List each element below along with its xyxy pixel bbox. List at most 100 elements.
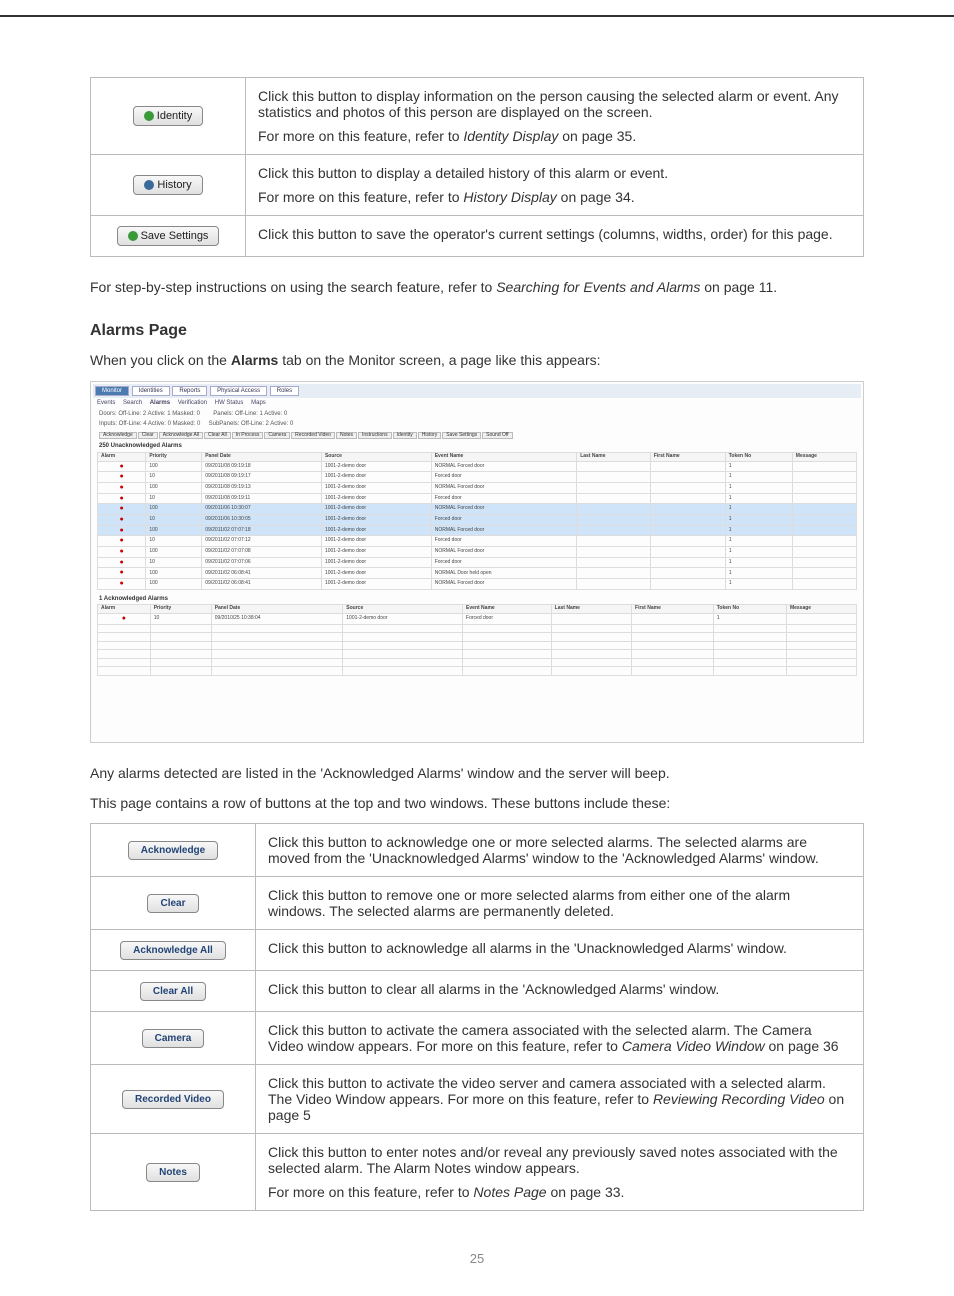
subtab-verification[interactable]: Verification <box>178 400 207 406</box>
table-cell <box>792 461 856 472</box>
toolbar-button[interactable]: Clear <box>138 432 158 440</box>
column-header[interactable]: Panel Date <box>211 605 343 614</box>
toolbar-button[interactable]: History <box>418 432 442 440</box>
table-cell: 1001-2-demo door <box>321 547 431 558</box>
table-row[interactable]: ●1009/2010/25 10:38:041001-2-demo doorFo… <box>98 613 857 624</box>
column-header[interactable]: First Name <box>632 605 714 614</box>
table-cell: 1 <box>725 536 792 547</box>
toolbar-button[interactable]: Notes <box>336 432 357 440</box>
table-cell: Forced door <box>431 515 576 526</box>
table-cell: 1001-2-demo door <box>321 515 431 526</box>
table-cell: 1001-2-demo door <box>321 482 431 493</box>
table-row[interactable]: ●10009/2011/08 09:19:131001-2-demo doorN… <box>98 482 857 493</box>
table-cell: 100 <box>146 461 202 472</box>
notes-button[interactable]: Notes <box>146 1163 200 1182</box>
column-header[interactable]: Priority <box>146 453 202 462</box>
table-cell <box>632 613 714 624</box>
column-header[interactable]: Token No <box>725 453 792 462</box>
subtab-alarms[interactable]: Alarms <box>150 400 170 406</box>
column-header[interactable]: Event Name <box>463 605 552 614</box>
ack-alarms-grid[interactable]: AlarmPriorityPanel DateSourceEvent NameL… <box>97 604 857 675</box>
column-header[interactable]: First Name <box>650 453 725 462</box>
table-row[interactable]: ●1009/2011/08 09:19:171001-2-demo doorFo… <box>98 472 857 483</box>
toolbar-button[interactable]: Camera <box>264 432 290 440</box>
toolbar-button[interactable]: Sound Off <box>482 432 512 440</box>
table-row[interactable]: ●10009/2011/06 10:30:071001-2-demo doorN… <box>98 504 857 515</box>
reference-link: Reviewing Recording Video <box>653 1091 825 1107</box>
table-cell: 1 <box>725 493 792 504</box>
table-row[interactable]: ●10009/2011/08 09:19:181001-2-demo doorN… <box>98 461 857 472</box>
tab-physical-access[interactable]: Physical Access <box>210 386 267 397</box>
table-row[interactable]: ●1009/2011/02 07:07:121001-2-demo doorFo… <box>98 536 857 547</box>
column-header[interactable]: Alarm <box>98 605 151 614</box>
toolbar-button[interactable]: Instructions <box>358 432 392 440</box>
recorded-video-button[interactable]: Recorded Video <box>122 1090 224 1109</box>
table-cell: 09/2011/08 09:19:17 <box>202 472 322 483</box>
table-row[interactable]: ●1009/2011/06 10:30:051001-2-demo doorFo… <box>98 515 857 526</box>
tab-reports[interactable]: Reports <box>172 386 207 397</box>
clear-all-button[interactable]: Clear All <box>140 982 206 1001</box>
table-row: Save Settings Click this button to save … <box>91 216 864 257</box>
subtab-events[interactable]: Events <box>97 400 115 406</box>
column-header[interactable]: Message <box>792 453 856 462</box>
table-cell: NORMAL Forced door <box>431 482 576 493</box>
column-header[interactable]: Source <box>343 605 463 614</box>
table-row[interactable]: ●1009/2011/08 09:19:111001-2-demo doorFo… <box>98 493 857 504</box>
column-header[interactable]: Last Name <box>551 605 631 614</box>
table-cell: 1 <box>725 461 792 472</box>
table-cell: 100 <box>146 579 202 590</box>
reference-link: Notes Page <box>473 1184 546 1200</box>
toolbar: AcknowledgeClearAcknowledge AllClear All… <box>93 430 861 442</box>
tab-roles[interactable]: Roles <box>270 386 299 397</box>
camera-button[interactable]: Camera <box>142 1029 205 1048</box>
table-cell <box>792 579 856 590</box>
table-cell <box>792 536 856 547</box>
table-row: Clear All Click this button to clear all… <box>91 971 864 1012</box>
table-cell <box>577 515 651 526</box>
column-header[interactable]: Token No <box>713 605 786 614</box>
table-row[interactable]: ●10009/2011/02 07:07:081001-2-demo doorN… <box>98 547 857 558</box>
feature-description: Click this button to display a detailed … <box>246 155 864 216</box>
toolbar-button[interactable]: Save Settings <box>442 432 481 440</box>
feature-description: Click this button to save the operator's… <box>246 216 864 257</box>
toolbar-button[interactable]: In Process <box>232 432 264 440</box>
save-settings-button[interactable]: Save Settings <box>117 226 220 246</box>
column-header[interactable]: Priority <box>150 605 211 614</box>
column-header[interactable]: Message <box>786 605 856 614</box>
clear-button[interactable]: Clear <box>147 894 198 913</box>
column-header[interactable]: Event Name <box>431 453 576 462</box>
subtab-search[interactable]: Search <box>123 400 142 406</box>
acknowledge-all-button[interactable]: Acknowledge All <box>120 941 226 960</box>
column-header[interactable]: Last Name <box>577 453 651 462</box>
identity-button[interactable]: Identity <box>133 106 203 126</box>
history-button[interactable]: History <box>133 175 202 195</box>
column-header[interactable]: Panel Date <box>202 453 322 462</box>
table-row[interactable]: ●10009/2011/02 07:07:181001-2-demo doorN… <box>98 525 857 536</box>
table-cell <box>551 613 631 624</box>
body-paragraph: Any alarms detected are listed in the 'A… <box>90 763 864 783</box>
table-cell: 1 <box>725 568 792 579</box>
toolbar-button[interactable]: Acknowledge <box>99 432 137 440</box>
toolbar-button[interactable]: Acknowledge All <box>159 432 203 440</box>
table-row[interactable]: ●10009/2011/02 06:08:411001-2-demo doorN… <box>98 579 857 590</box>
subtab-maps[interactable]: Maps <box>251 400 266 406</box>
column-header[interactable]: Source <box>321 453 431 462</box>
tab-identities[interactable]: Identities <box>132 386 170 397</box>
table-cell: ● <box>98 515 146 526</box>
main-tab-bar: Monitor Identities Reports Physical Acce… <box>93 384 861 399</box>
subtab-hw-status[interactable]: HW Status <box>215 400 244 406</box>
plus-icon <box>144 111 154 121</box>
tab-monitor[interactable]: Monitor <box>95 386 129 397</box>
column-header[interactable]: Alarm <box>98 453 146 462</box>
toolbar-button[interactable]: Identity <box>393 432 417 440</box>
table-cell <box>577 568 651 579</box>
toolbar-button[interactable]: Clear All <box>204 432 231 440</box>
table-row[interactable]: ●1009/2011/02 07:07:061001-2-demo doorFo… <box>98 557 857 568</box>
toolbar-button[interactable]: Recorded Video <box>291 432 335 440</box>
table-cell: 10 <box>146 493 202 504</box>
acknowledge-button[interactable]: Acknowledge <box>128 841 218 860</box>
table-row[interactable]: ●10009/2011/02 06:08:411001-2-demo doorN… <box>98 568 857 579</box>
table-cell: 100 <box>146 568 202 579</box>
unack-alarms-grid[interactable]: AlarmPriorityPanel DateSourceEvent NameL… <box>97 452 857 590</box>
table-cell: 09/2011/06 10:30:05 <box>202 515 322 526</box>
